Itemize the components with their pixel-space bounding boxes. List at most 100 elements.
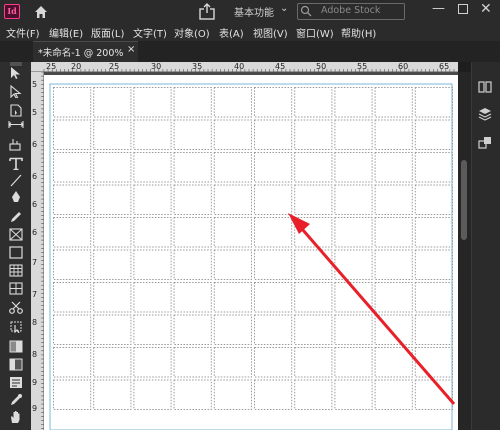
- text-frame-cell[interactable]: [254, 87, 293, 118]
- text-frame-cell[interactable]: [254, 217, 293, 248]
- text-frame-cell[interactable]: [93, 217, 132, 248]
- text-frame-cell[interactable]: [213, 119, 253, 150]
- share-icon[interactable]: [198, 3, 216, 20]
- eyedropper-icon[interactable]: [8, 393, 24, 406]
- text-frame-cell[interactable]: [374, 217, 413, 248]
- text-frame-cell[interactable]: [133, 119, 172, 150]
- text-frame-cell[interactable]: [414, 282, 453, 313]
- maximize-icon[interactable]: [458, 4, 468, 14]
- text-frame-cell[interactable]: [213, 217, 253, 248]
- chevron-down-icon[interactable]: ⌄: [280, 3, 288, 14]
- text-frame-cell[interactable]: [213, 379, 253, 410]
- text-frame-cell[interactable]: [254, 314, 293, 345]
- tab-close-icon[interactable]: ×: [127, 44, 135, 55]
- scissors-icon[interactable]: [8, 301, 24, 314]
- text-frame-cell[interactable]: [133, 282, 172, 313]
- text-frame-cell[interactable]: [213, 249, 253, 280]
- text-frame-cell[interactable]: [334, 379, 373, 410]
- text-frame-cell[interactable]: [133, 152, 172, 183]
- text-frame-cell[interactable]: [133, 249, 172, 280]
- minimize-icon[interactable]: —: [432, 1, 445, 16]
- text-frame-cell[interactable]: [414, 347, 453, 378]
- gap-tool-icon[interactable]: [8, 118, 24, 131]
- text-frame-cell[interactable]: [414, 119, 453, 150]
- text-frame-cell[interactable]: [334, 184, 373, 215]
- text-frame-cell[interactable]: [213, 184, 253, 215]
- text-frame-cell[interactable]: [254, 184, 293, 215]
- rectangle-icon[interactable]: [8, 246, 24, 259]
- menu-object[interactable]: 对象(O): [174, 25, 210, 40]
- text-frame-cell[interactable]: [53, 87, 92, 118]
- text-frame-cell[interactable]: [334, 87, 373, 118]
- note-icon[interactable]: [8, 376, 24, 389]
- text-frame-cell[interactable]: [294, 314, 333, 345]
- text-frame-cell[interactable]: [133, 379, 172, 410]
- menu-file[interactable]: 文件(F): [6, 25, 40, 40]
- text-frame-cell[interactable]: [294, 282, 333, 313]
- text-frame-cell[interactable]: [93, 87, 132, 118]
- text-frame-cell[interactable]: [294, 249, 333, 280]
- gradient-feather-icon[interactable]: [8, 358, 24, 371]
- text-frame-cell[interactable]: [213, 347, 253, 378]
- text-frame-cell[interactable]: [254, 282, 293, 313]
- vertical-scroll-track[interactable]: [458, 72, 471, 430]
- menu-view[interactable]: 视图(V): [253, 25, 288, 40]
- text-frame-cell[interactable]: [414, 314, 453, 345]
- text-frame-cell[interactable]: [53, 249, 92, 280]
- selection-icon[interactable]: [8, 66, 24, 79]
- text-frame-cell[interactable]: [294, 184, 333, 215]
- text-frame-cell[interactable]: [213, 152, 253, 183]
- menu-help[interactable]: 帮助(H): [341, 25, 376, 40]
- text-frame-cell[interactable]: [133, 314, 172, 345]
- menu-layout[interactable]: 版面(L): [91, 25, 124, 40]
- text-frame-cell[interactable]: [294, 379, 333, 410]
- text-frame-cell[interactable]: [213, 87, 253, 118]
- text-frame-cell[interactable]: [213, 314, 253, 345]
- gradient-swatch-icon[interactable]: [8, 340, 24, 353]
- text-frame-cell[interactable]: [173, 184, 212, 215]
- text-frame-cell[interactable]: [374, 379, 413, 410]
- text-frame-cell[interactable]: [254, 249, 293, 280]
- text-frame-cell[interactable]: [414, 152, 453, 183]
- text-frame-cell[interactable]: [173, 314, 212, 345]
- pencil-icon[interactable]: [8, 210, 24, 223]
- rectangle-frame-icon[interactable]: [8, 228, 24, 241]
- text-frame-cell[interactable]: [173, 347, 212, 378]
- text-frame-cell[interactable]: [93, 249, 132, 280]
- text-frame-cell[interactable]: [93, 282, 132, 313]
- text-frame-cell[interactable]: [93, 152, 132, 183]
- text-frame-cell[interactable]: [334, 152, 373, 183]
- text-frame-cell[interactable]: [374, 347, 413, 378]
- pen-icon[interactable]: [8, 190, 24, 203]
- text-frame-cell[interactable]: [374, 87, 413, 118]
- menu-table[interactable]: 表(A): [219, 25, 244, 40]
- text-frame-cell[interactable]: [93, 184, 132, 215]
- text-frame-cell[interactable]: [53, 347, 92, 378]
- text-frame-cell[interactable]: [53, 217, 92, 248]
- layers-panel-icon[interactable]: [478, 107, 492, 121]
- menu-type[interactable]: 文字(T): [133, 25, 167, 40]
- text-frame-cell[interactable]: [173, 87, 212, 118]
- text-frame-cell[interactable]: [93, 379, 132, 410]
- text-frame-cell[interactable]: [254, 347, 293, 378]
- menu-window[interactable]: 窗口(W): [296, 25, 334, 40]
- text-frame-cell[interactable]: [173, 249, 212, 280]
- text-frame-cell[interactable]: [334, 217, 373, 248]
- text-frame-cell[interactable]: [414, 87, 453, 118]
- content-collector-icon[interactable]: [8, 138, 24, 151]
- text-frame-cell[interactable]: [374, 152, 413, 183]
- text-frame-cell[interactable]: [53, 314, 92, 345]
- text-frame-cell[interactable]: [93, 119, 132, 150]
- text-frame-cell[interactable]: [254, 152, 293, 183]
- text-frame-cell[interactable]: [173, 119, 212, 150]
- text-frame-cell[interactable]: [374, 119, 413, 150]
- text-frame-cell[interactable]: [254, 379, 293, 410]
- workspace-switcher[interactable]: 基本功能: [234, 4, 274, 19]
- line-icon[interactable]: [8, 174, 24, 187]
- close-icon[interactable]: ✕: [480, 1, 492, 17]
- text-frame-cell[interactable]: [213, 282, 253, 313]
- links-panel-icon[interactable]: [478, 136, 492, 150]
- home-icon[interactable]: [33, 4, 49, 20]
- type-icon[interactable]: [8, 157, 24, 170]
- text-frame-cell[interactable]: [294, 119, 333, 150]
